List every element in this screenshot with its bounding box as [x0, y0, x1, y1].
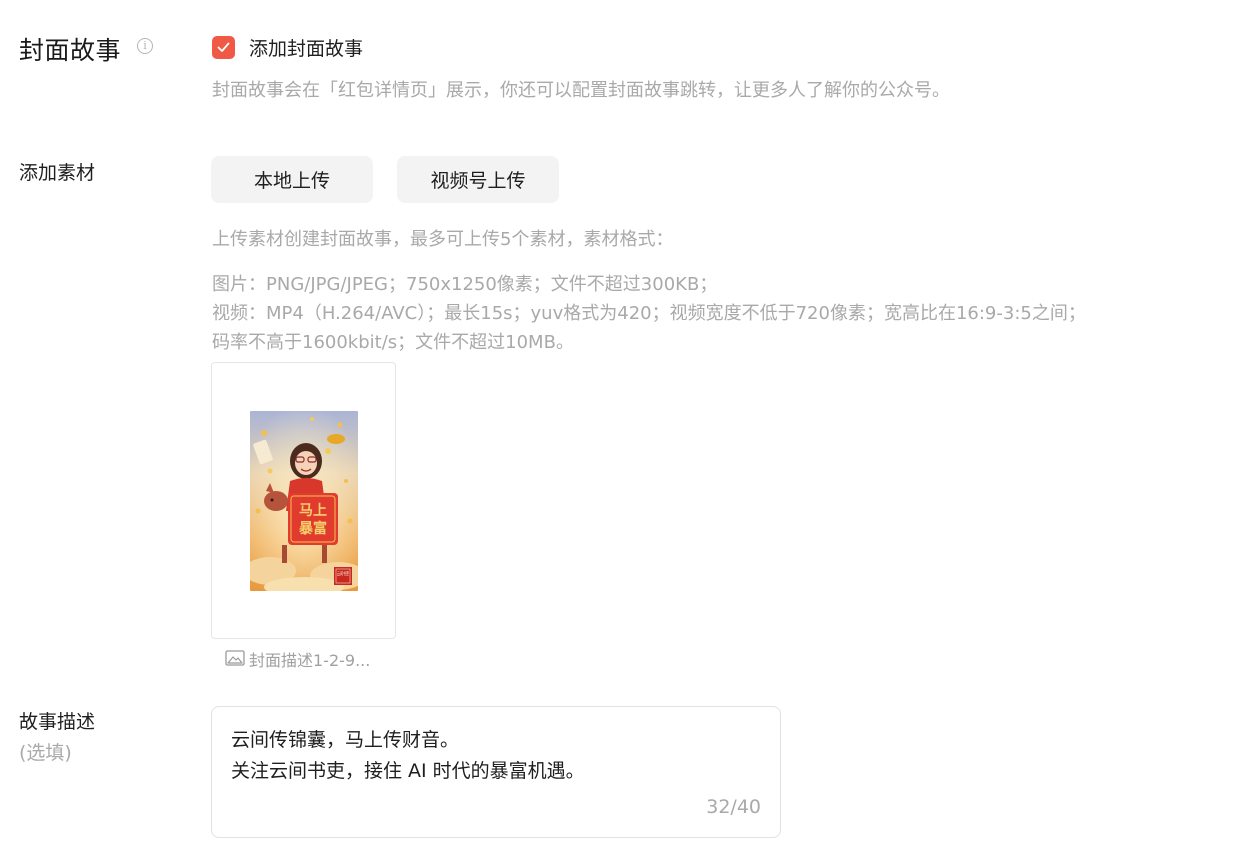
- poster-seal-text: 云间书吏: [337, 571, 349, 578]
- material-format-spec: 图片：PNG/JPG/JPEG；750x1250像素；文件不超过300KB； 视…: [212, 270, 1086, 357]
- info-icon[interactable]: i: [137, 38, 153, 54]
- image-icon: [225, 650, 245, 666]
- description-line-1: 云间传锦囊，马上传财音。: [231, 729, 460, 751]
- story-description-textarea[interactable]: 云间传锦囊，马上传财音。 关注云间书吏，接住 AI 时代的暴富机遇。 32/40: [211, 706, 781, 838]
- local-upload-button[interactable]: 本地上传: [211, 156, 373, 203]
- add-cover-story-label[interactable]: 添加封面故事: [249, 34, 363, 61]
- story-description-label: 故事描述: [19, 711, 96, 733]
- material-thumbnail-card[interactable]: 马上 暴富 云间书吏: [211, 362, 396, 639]
- cover-story-hint: 封面故事会在「红包详情页」展示，你还可以配置封面故事跳转，让更多人了解你的公众号…: [212, 80, 950, 101]
- spec-image-line: 图片：PNG/JPG/JPEG；750x1250像素；文件不超过300KB；: [212, 274, 718, 295]
- spec-video-line: 视频：MP4（H.264/AVC）；最长15s；yuv格式为420；视频宽度不低…: [212, 303, 1086, 324]
- poster-text-bottom: 暴富: [298, 520, 327, 537]
- spec-bitrate-line: 码率不高于1600kbit/s；文件不超过10MB。: [212, 332, 574, 353]
- add-cover-story-checkbox[interactable]: [212, 36, 235, 59]
- description-line-2: 关注云间书吏，接住 AI 时代的暴富机遇。: [231, 760, 585, 782]
- section-title-cover-story: 封面故事: [19, 36, 122, 65]
- channels-upload-button[interactable]: 视频号上传: [397, 156, 559, 203]
- checkmark-icon: [217, 42, 230, 52]
- add-material-label: 添加素材: [19, 162, 96, 184]
- optional-tag: (选填): [19, 742, 72, 764]
- material-upload-hint: 上传素材创建封面故事，最多可上传5个素材，素材格式：: [212, 229, 674, 250]
- poster-text-top: 马上: [299, 503, 327, 519]
- cover-poster-image: 马上 暴富 云间书吏: [250, 411, 358, 591]
- thumbnail-caption: 封面描述1-2-9...: [249, 651, 371, 670]
- character-counter: 32/40: [706, 796, 761, 818]
